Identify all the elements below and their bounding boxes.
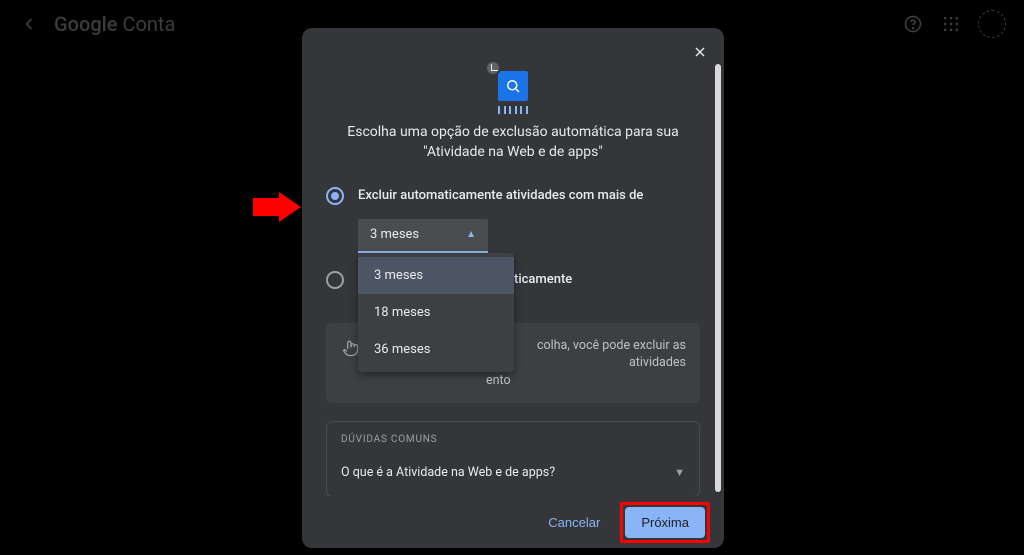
dialog-footer: Cancelar Próxima [302, 496, 724, 548]
dropdown-option-36-meses[interactable]: 36 meses [358, 331, 514, 368]
annotation-arrow-icon [253, 192, 301, 222]
faq-heading: DÚVIDAS COMUNS [341, 434, 685, 445]
apps-grid-icon[interactable] [940, 13, 962, 35]
account-avatar[interactable] [978, 10, 1006, 38]
chevron-down-icon: ▼ [674, 466, 685, 479]
annotation-highlight: Próxima [620, 502, 710, 543]
faq-item-what-is[interactable]: O que é a Atividade na Web e de apps? ▼ [341, 459, 685, 494]
duration-select[interactable]: 3 meses ▲ [358, 219, 488, 253]
faq-item-label: O que é a Atividade na Web e de apps? [341, 465, 555, 480]
radio-selected[interactable] [326, 187, 344, 205]
duration-select-value: 3 meses [370, 227, 419, 242]
next-button[interactable]: Próxima [625, 507, 705, 538]
dropdown-option-3-meses[interactable]: 3 meses [358, 257, 514, 294]
page-title: Google Conta [54, 12, 175, 36]
duration-dropdown: 3 meses 18 meses 36 meses [358, 253, 514, 372]
back-arrow-icon[interactable] [18, 13, 40, 35]
activity-shred-icon [491, 64, 535, 108]
cancel-button[interactable]: Cancelar [536, 507, 612, 538]
auto-delete-dialog: Escolha uma opção de exclusão automática… [302, 28, 724, 548]
dropdown-option-18-meses[interactable]: 18 meses [358, 294, 514, 331]
faq-section: DÚVIDAS COMUNS O que é a Atividade na We… [326, 421, 700, 496]
option-auto-delete-label: Excluir automaticamente atividades com m… [358, 188, 643, 203]
option-do-not-delete-fragment: ticamente [514, 272, 572, 287]
option-auto-delete[interactable]: Excluir automaticamente atividades com m… [326, 183, 700, 209]
dialog-heading: Escolha uma opção de exclusão automática… [336, 122, 690, 163]
radio-unselected[interactable] [326, 271, 344, 289]
caret-up-icon: ▲ [466, 229, 476, 240]
help-icon[interactable] [902, 13, 924, 35]
